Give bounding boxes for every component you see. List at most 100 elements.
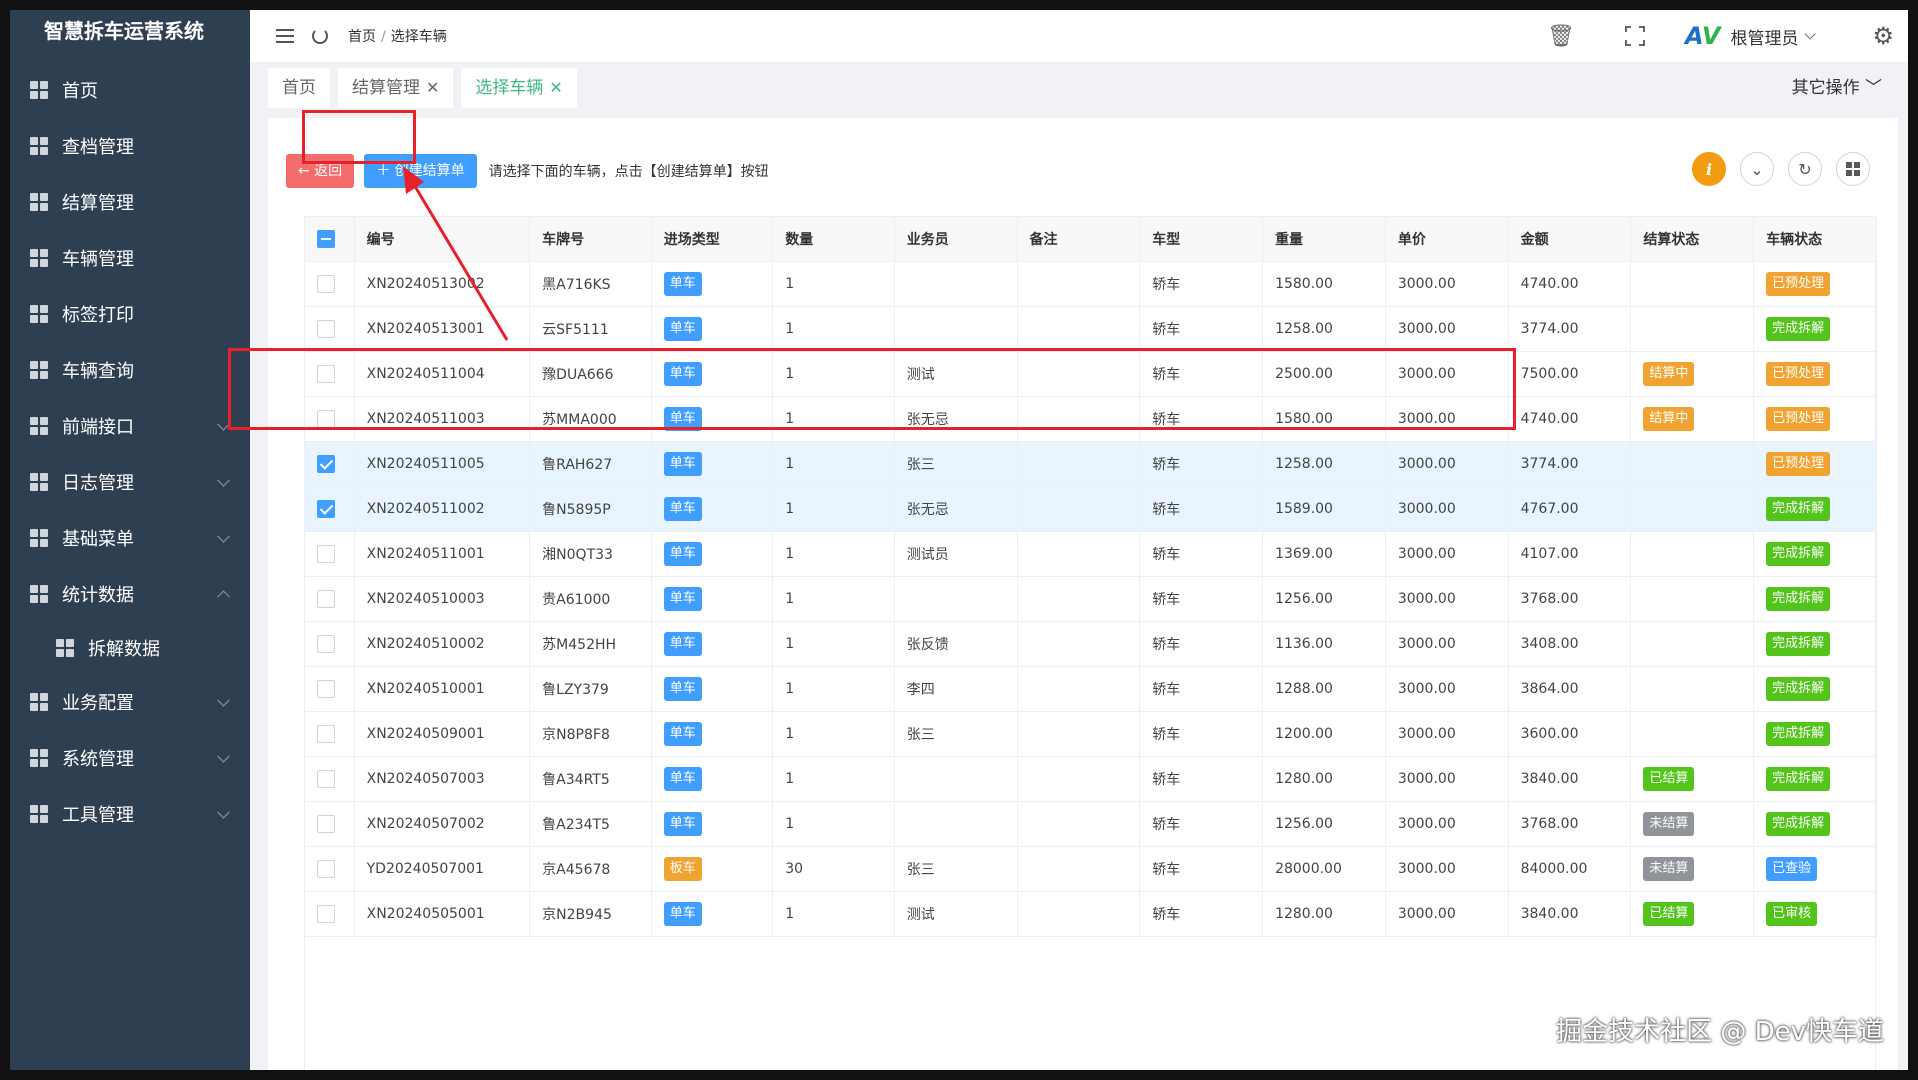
sidebar-item-home[interactable]: 首页 xyxy=(10,62,250,118)
table-cell: 1 xyxy=(772,486,895,532)
row-checkbox[interactable] xyxy=(317,499,335,518)
info-icon[interactable]: i xyxy=(1692,152,1726,186)
sidebar-item-settlement[interactable]: 结算管理 xyxy=(10,174,250,230)
table-cell xyxy=(1630,261,1755,307)
table-cell: 1 xyxy=(772,891,895,937)
column-header[interactable]: 车型 xyxy=(1139,217,1264,262)
table-row[interactable]: XN20240510002 苏M452HH 单车 1 张反馈 轿车 1136.00 3000.… xyxy=(305,621,1877,667)
status-badge: 结算中 xyxy=(1643,361,1695,386)
menu-toggle-icon[interactable] xyxy=(276,29,294,43)
row-checkbox[interactable] xyxy=(317,589,335,608)
sidebar-item-archive[interactable]: 查档管理 xyxy=(10,118,250,174)
sidebar-item-dismantle-data[interactable]: 拆解数据 xyxy=(10,622,250,674)
table-row[interactable]: XN20240510003 贵A61000 单车 1 轿车 1256.00 3000.00 3… xyxy=(305,576,1877,622)
table-row[interactable]: XN20240507003 鲁A34RT5 单车 1 轿车 1280.00 3000.00 3… xyxy=(305,756,1877,802)
row-checkbox[interactable] xyxy=(317,454,335,473)
row-checkbox[interactable] xyxy=(317,319,335,338)
table-row[interactable]: XN20240513002 黑A716KS 单车 1 轿车 1580.00 3000.00 4… xyxy=(305,261,1877,307)
column-header[interactable]: 备注 xyxy=(1017,217,1141,262)
row-checkbox[interactable] xyxy=(317,769,335,788)
row-select-cell xyxy=(305,531,355,577)
row-checkbox[interactable] xyxy=(317,544,335,563)
table-cell: XN20240513002 xyxy=(354,261,531,307)
table-cell: 3000.00 xyxy=(1385,396,1509,442)
table-cell: 1 xyxy=(772,666,895,712)
tab-1[interactable]: 结算管理 ✕ xyxy=(338,68,454,108)
table-cell: XN20240507003 xyxy=(354,756,531,802)
collapse-icon[interactable]: ⌄ xyxy=(1740,152,1774,186)
trash-icon[interactable]: 🗑 xyxy=(1547,24,1575,49)
row-checkbox[interactable] xyxy=(317,904,335,923)
table-row[interactable]: XN20240511002 鲁N5895P 单车 1 张无忌 轿车 1589.00 3000.… xyxy=(305,486,1877,532)
user-name[interactable]: 根管理员 xyxy=(1730,24,1798,49)
row-checkbox[interactable] xyxy=(317,859,335,878)
sidebar-item-logs[interactable]: 日志管理 xyxy=(10,454,250,510)
column-header[interactable]: 车辆状态 xyxy=(1753,217,1877,262)
sidebar-item-business-config[interactable]: 业务配置 xyxy=(10,674,250,730)
table-row[interactable]: XN20240511001 湘N0QT33 单车 1 测试员 轿车 1369.00 3000.… xyxy=(305,531,1877,577)
table-cell: 单车 xyxy=(651,486,774,532)
row-checkbox[interactable] xyxy=(317,364,335,383)
sidebar-item-label-print[interactable]: 标签打印 xyxy=(10,286,250,342)
row-checkbox[interactable] xyxy=(317,679,335,698)
column-header[interactable]: 单价 xyxy=(1385,217,1509,262)
column-header[interactable]: 业务员 xyxy=(894,217,1018,262)
sidebar-item-vehicle-query[interactable]: 车辆查询 xyxy=(10,342,250,398)
sidebar-item-statistics[interactable]: 统计数据 xyxy=(10,566,250,622)
table-cell: 2500.00 xyxy=(1262,351,1386,397)
header-right: 🗑 AV 根管理员 ⚙ xyxy=(1547,10,1908,62)
sidebar-item-system[interactable]: 系统管理 xyxy=(10,730,250,786)
sidebar-item-basic-menu[interactable]: 基础菜单 xyxy=(10,510,250,566)
column-header[interactable]: 编号 xyxy=(354,217,531,262)
avatar[interactable]: AV xyxy=(1685,22,1721,50)
breadcrumb-item-home[interactable]: 首页 xyxy=(348,29,376,45)
close-icon[interactable]: ✕ xyxy=(549,78,562,97)
row-checkbox[interactable] xyxy=(317,409,335,428)
table-row[interactable]: XN20240507002 鲁A234T5 单车 1 轿车 1256.00 3000.00 3… xyxy=(305,801,1877,847)
sidebar-item-vehicle[interactable]: 车辆管理 xyxy=(10,230,250,286)
table-row[interactable]: XN20240511005 鲁RAH627 单车 1 张三 轿车 1258.00 3000.0… xyxy=(305,441,1877,487)
column-header[interactable]: 数量 xyxy=(772,217,895,262)
table-row[interactable]: XN20240505001 京N2B945 单车 1 测试 轿车 1280.00 3000.0… xyxy=(305,891,1877,937)
tab-2[interactable]: 选择车辆 ✕ xyxy=(461,68,577,108)
table-row[interactable]: YD20240507001 京A45678 板车 30 张三 轿车 28000.00 3000… xyxy=(305,846,1877,892)
table-row[interactable]: XN20240510001 鲁LZY379 单车 1 李四 轿车 1288.00 3000.0… xyxy=(305,666,1877,712)
column-header[interactable]: 结算状态 xyxy=(1630,217,1755,262)
status-badge: 未结算 xyxy=(1643,856,1695,881)
back-button[interactable]: ← 返回 xyxy=(286,154,355,188)
table-row[interactable]: XN20240511003 苏MMA000 单车 1 张无忌 轿车 1580.00 3000.… xyxy=(305,396,1877,442)
row-checkbox[interactable] xyxy=(317,724,335,743)
sidebar-item-tools[interactable]: 工具管理 xyxy=(10,786,250,842)
row-checkbox[interactable] xyxy=(317,814,335,833)
status-badge: 完成拆解 xyxy=(1766,541,1831,566)
reload-icon[interactable]: ↻ xyxy=(1788,152,1822,186)
table-row[interactable]: XN20240509001 京N8P8F8 单车 1 张三 轿车 1200.00 3000.0… xyxy=(305,711,1877,757)
table-cell: 京N2B945 xyxy=(529,891,652,937)
other-operations-dropdown[interactable]: 其它操作 ﹀ xyxy=(1792,68,1882,108)
table-cell: 已查验 xyxy=(1753,846,1877,892)
status-badge: 单车 xyxy=(663,316,702,341)
column-header[interactable]: 重量 xyxy=(1262,217,1386,262)
table-row[interactable]: XN20240511004 豫DUA666 单车 1 测试 轿车 2500.00 3000.0… xyxy=(305,351,1877,397)
row-checkbox[interactable] xyxy=(317,274,335,293)
tab-0[interactable]: 首页 xyxy=(268,68,330,108)
refresh-icon[interactable] xyxy=(312,28,328,44)
row-checkbox[interactable] xyxy=(317,634,335,653)
fullscreen-icon[interactable] xyxy=(1624,26,1645,46)
row-select-cell xyxy=(305,666,355,712)
column-header[interactable]: 进场类型 xyxy=(651,217,774,262)
grid-icon xyxy=(30,417,48,435)
table-cell: 苏MMA000 xyxy=(529,396,652,442)
chevron-down-icon[interactable] xyxy=(1804,28,1817,40)
status-badge: 单车 xyxy=(663,811,702,836)
close-icon[interactable]: ✕ xyxy=(426,78,439,97)
table-row[interactable]: XN20240513001 云SF5111 单车 1 轿车 1258.00 3000.00 3… xyxy=(305,306,1877,352)
column-header[interactable]: 金额 xyxy=(1508,217,1632,262)
create-settlement-button[interactable]: ＋ 创建结算单 xyxy=(364,154,477,188)
table-cell: 黑A716KS xyxy=(529,261,652,307)
sidebar-item-frontend-api[interactable]: 前端接口 xyxy=(10,398,250,454)
column-header[interactable]: 车牌号 xyxy=(529,217,652,262)
select-all-checkbox[interactable] xyxy=(317,229,335,248)
gear-icon[interactable]: ⚙ xyxy=(1872,22,1894,50)
columns-icon[interactable] xyxy=(1836,152,1870,186)
